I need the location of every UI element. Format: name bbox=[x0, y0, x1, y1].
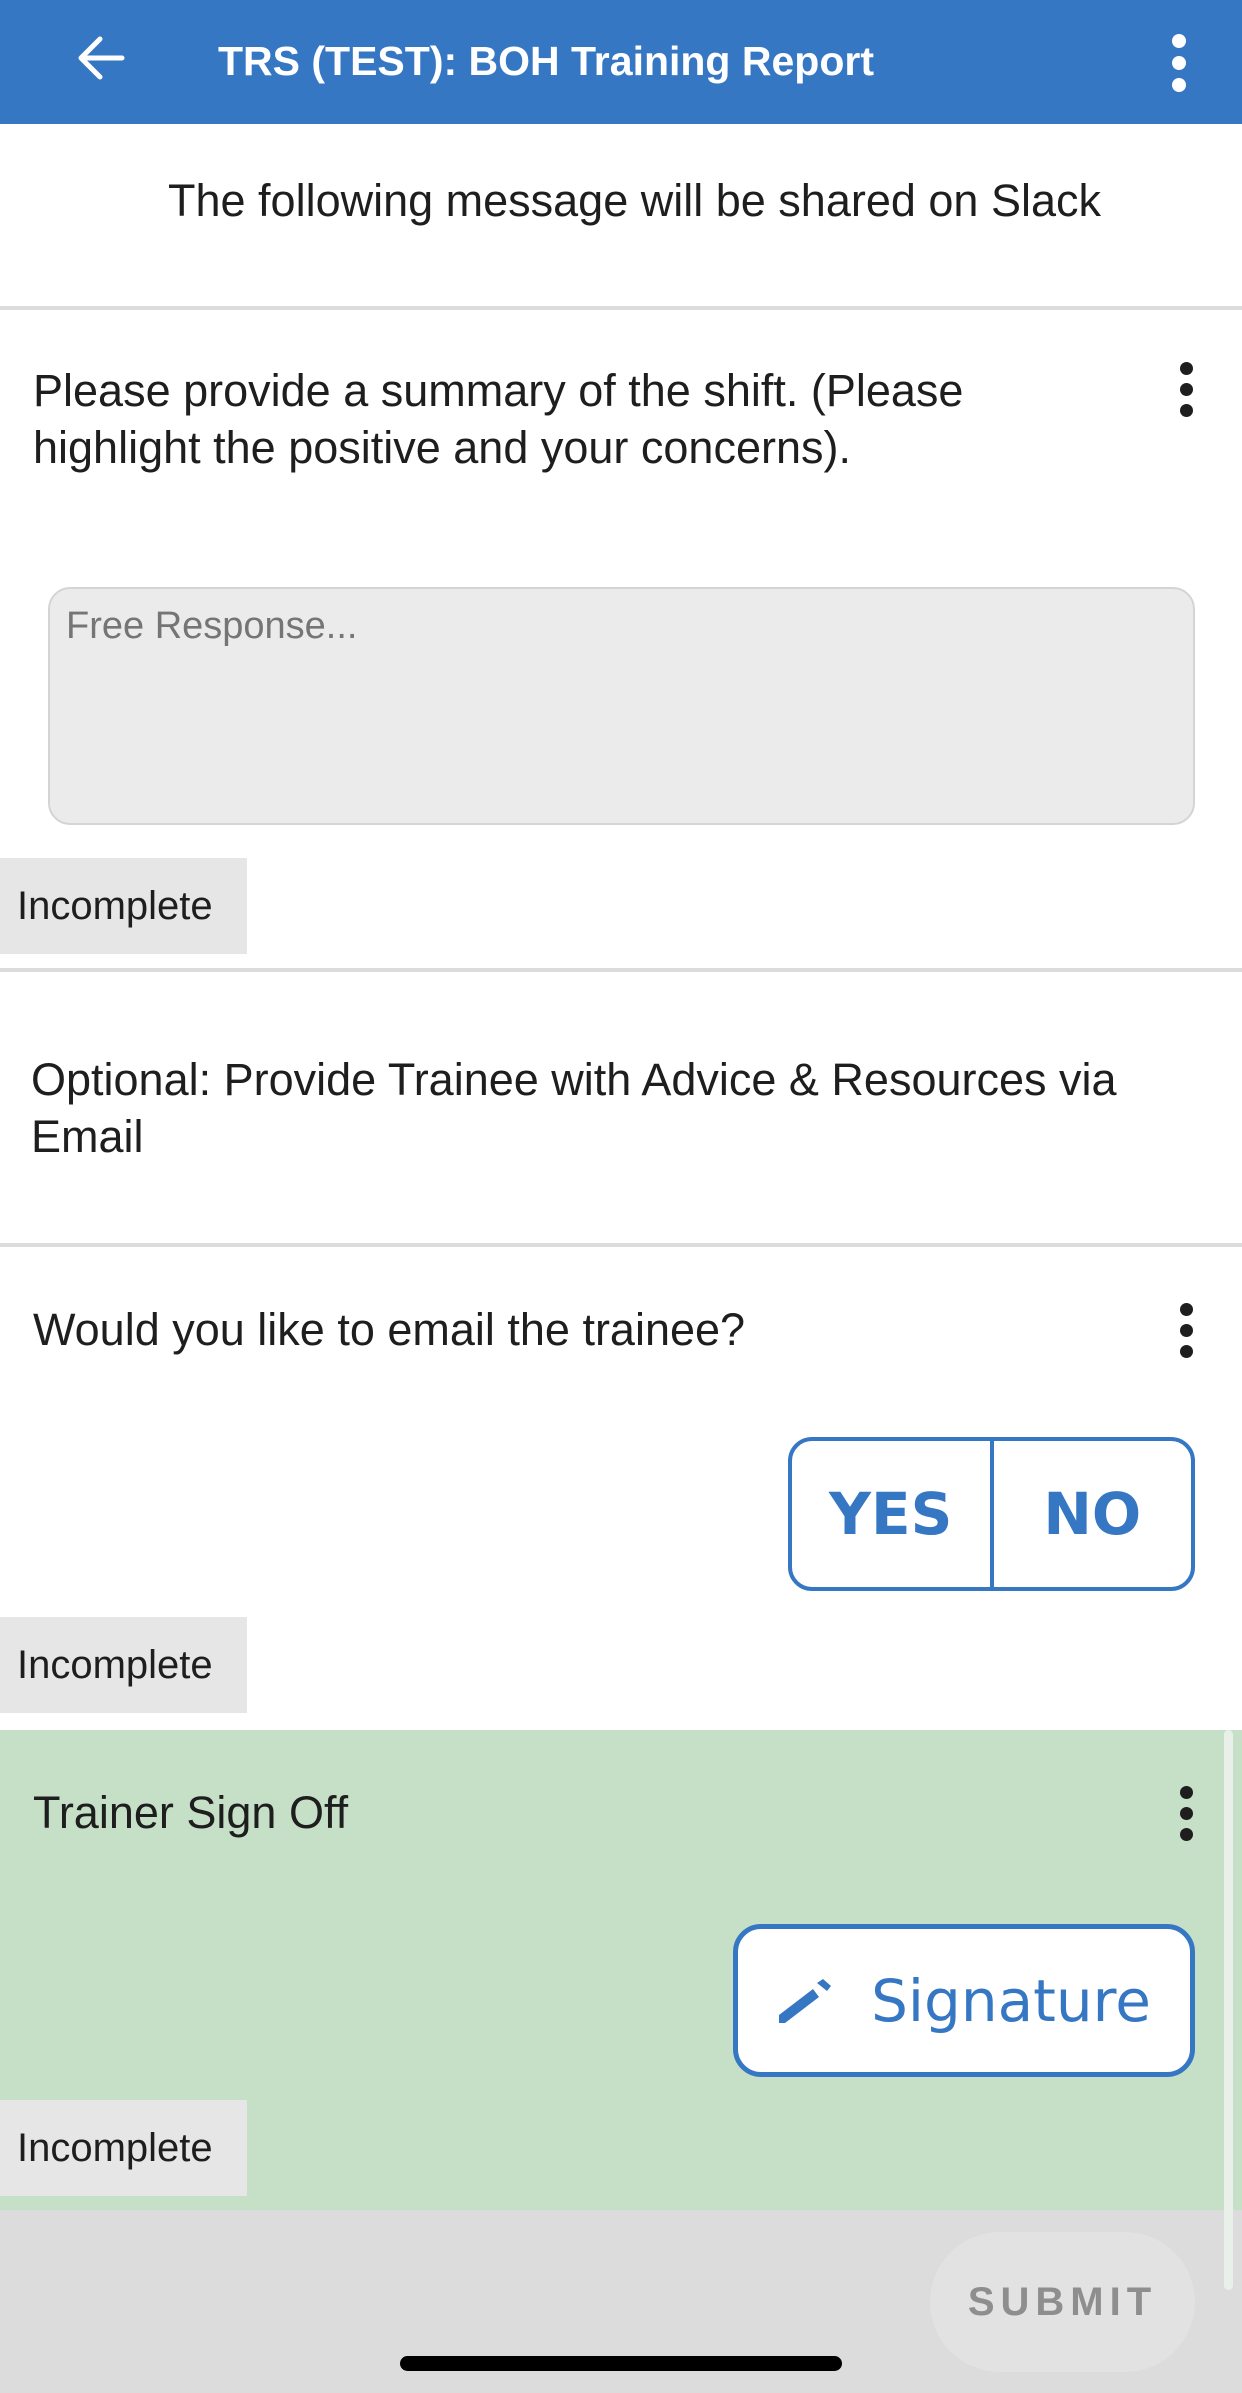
status-badge: Incomplete bbox=[0, 1617, 247, 1713]
question-options-icon[interactable] bbox=[1178, 362, 1194, 417]
intro-text: The following message will be shared on … bbox=[168, 175, 1101, 226]
app-header: TRS (TEST): BOH Training Report bbox=[0, 0, 1242, 124]
more-options-icon[interactable] bbox=[1171, 34, 1187, 92]
email-question-card: Would you like to email the trainee? YES… bbox=[0, 1247, 1242, 1730]
question-options-icon[interactable] bbox=[1178, 1303, 1194, 1358]
status-badge: Incomplete bbox=[0, 2100, 247, 2196]
free-response-input[interactable] bbox=[48, 587, 1195, 825]
signoff-title: Trainer Sign Off bbox=[33, 1787, 349, 1838]
back-arrow-icon[interactable] bbox=[72, 28, 132, 88]
scrollbar[interactable] bbox=[1224, 1730, 1233, 2290]
question-options-icon[interactable] bbox=[1178, 1786, 1194, 1841]
question-text: Please provide a summary of the shift. (… bbox=[33, 365, 964, 473]
section-text: Optional: Provide Trainee with Advice & … bbox=[31, 1054, 1117, 1162]
home-indicator bbox=[400, 2356, 842, 2371]
optional-section-card: Optional: Provide Trainee with Advice & … bbox=[0, 972, 1242, 1247]
signoff-card: Trainer Sign Off Signature Incomplete bbox=[0, 1730, 1242, 2210]
intro-card: The following message will be shared on … bbox=[0, 124, 1242, 310]
signature-button[interactable]: Signature bbox=[733, 1924, 1195, 2077]
no-button[interactable]: NO bbox=[994, 1441, 1192, 1587]
page-title: TRS (TEST): BOH Training Report bbox=[218, 38, 874, 84]
submit-button[interactable]: SUBMIT bbox=[930, 2232, 1195, 2372]
yes-no-toggle: YES NO bbox=[788, 1437, 1195, 1591]
yes-button[interactable]: YES bbox=[792, 1441, 994, 1587]
status-badge: Incomplete bbox=[0, 858, 247, 954]
question-text: Would you like to email the trainee? bbox=[33, 1304, 746, 1355]
summary-question-card: Please provide a summary of the shift. (… bbox=[0, 310, 1242, 972]
signature-label: Signature bbox=[871, 1966, 1151, 2035]
pencil-icon bbox=[779, 1978, 832, 2023]
